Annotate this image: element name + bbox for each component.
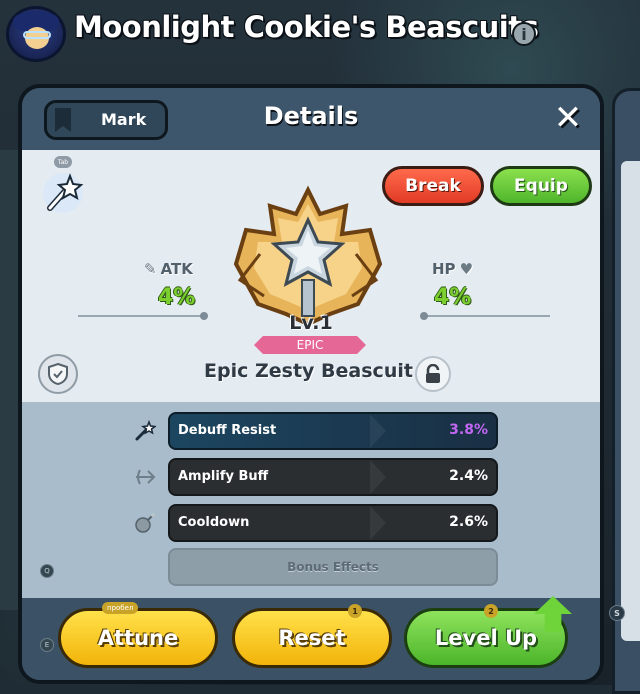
substat-row-amplify-buff[interactable]: Amplify Buff 2.4% bbox=[168, 458, 498, 496]
attune-button[interactable]: Attune bbox=[58, 608, 218, 668]
shield-icon bbox=[48, 362, 68, 386]
action-bar: E Attune пробел Reset 1 Level Up 2 bbox=[22, 596, 600, 680]
levelup-count-badge: 2 bbox=[484, 604, 498, 618]
hp-stat-label: HP ♥ bbox=[432, 260, 474, 278]
sword-icon: ✎ bbox=[144, 260, 157, 278]
wand-icon[interactable] bbox=[40, 170, 86, 216]
heart-icon: ♥ bbox=[459, 260, 474, 278]
dialog-title: Details bbox=[263, 102, 359, 130]
tab-key-hint: Tab bbox=[54, 156, 72, 168]
equip-button[interactable]: Equip bbox=[490, 166, 592, 206]
substat-row-debuff-resist[interactable]: Debuff Resist 3.8% bbox=[168, 412, 498, 450]
reset-button[interactable]: Reset bbox=[232, 608, 392, 668]
hp-stat-value: 4% bbox=[434, 285, 472, 310]
key-hint-q: Q bbox=[40, 564, 54, 578]
left-panel-edge bbox=[0, 150, 20, 610]
set-effect-button[interactable] bbox=[38, 354, 78, 394]
wand-icon bbox=[135, 420, 156, 441]
dialog-header: Mark Details ✕ bbox=[22, 88, 600, 150]
substat-value: 2.4% bbox=[449, 468, 488, 484]
break-button[interactable]: Break bbox=[382, 166, 484, 206]
reset-count-badge: 1 bbox=[348, 604, 362, 618]
lock-button[interactable] bbox=[415, 356, 451, 392]
close-icon[interactable]: ✕ bbox=[552, 101, 584, 135]
beascuit-overview: Tab Break Equip ✎ ATK 4% HP ♥ 4% Lv.1 EP… bbox=[22, 150, 600, 402]
substat-name: Amplify Buff bbox=[178, 469, 269, 484]
key-hint-e: E bbox=[40, 638, 54, 652]
beascuit-name: Epic Zesty Beascuit bbox=[204, 360, 413, 382]
level-label: Lv.1 bbox=[289, 312, 333, 334]
right-panel-edge bbox=[612, 88, 640, 694]
info-icon[interactable]: i bbox=[512, 22, 536, 46]
bonus-effects-button[interactable]: Bonus Effects bbox=[168, 548, 498, 586]
level-up-button[interactable]: Level Up bbox=[404, 608, 568, 668]
page-title: Moonlight Cookie's Beascuits bbox=[74, 10, 539, 44]
substat-row-cooldown[interactable]: Cooldown 2.6% bbox=[168, 504, 498, 542]
header: Moonlight Cookie's Beascuits i bbox=[0, 0, 640, 66]
rarity-badge: EPIC bbox=[254, 336, 366, 354]
substat-name: Cooldown bbox=[178, 515, 250, 530]
key-hint-s: S bbox=[609, 605, 625, 621]
attune-key-hint: пробел bbox=[102, 602, 139, 614]
bomb-icon bbox=[135, 513, 155, 533]
atk-stat-value: 4% bbox=[158, 285, 196, 310]
substat-name: Debuff Resist bbox=[178, 423, 277, 438]
lock-icon bbox=[426, 364, 440, 383]
bow-icon bbox=[136, 469, 156, 485]
substat-value: 2.6% bbox=[449, 514, 488, 530]
substat-value: 3.8% bbox=[449, 422, 488, 438]
cookie-avatar bbox=[6, 6, 66, 62]
details-dialog: Mark Details ✕ Tab Break Equip ✎ ATK 4% … bbox=[18, 84, 604, 684]
atk-stat-label: ✎ ATK bbox=[144, 260, 193, 278]
